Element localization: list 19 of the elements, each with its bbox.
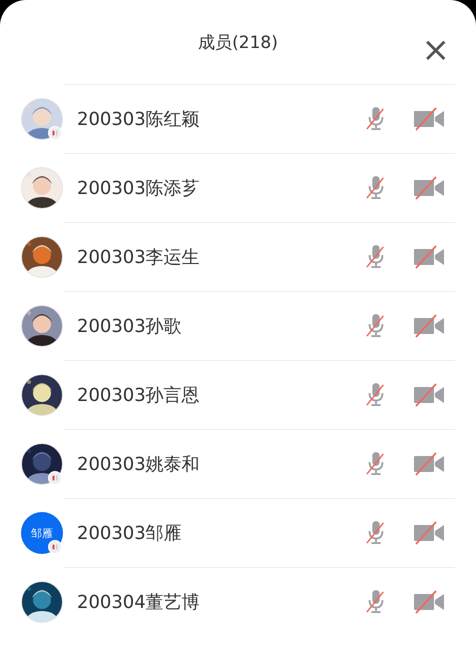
camera-off-icon[interactable] [413, 107, 445, 131]
member-name: 200304董艺博 [76, 591, 201, 614]
camera-off-icon[interactable] [413, 245, 445, 269]
member-name: 200303姚泰和 [76, 453, 201, 476]
member-name: 200303孙言恩 [76, 384, 201, 407]
camera-off-icon[interactable] [413, 176, 445, 200]
member-name: 200303邹雁 [76, 522, 183, 545]
camera-off-icon[interactable] [413, 590, 445, 614]
camera-off-icon[interactable] [413, 452, 445, 476]
member-name: 200303孙歌 [76, 315, 183, 338]
text-avatar: 邹雁 [21, 512, 63, 554]
member-name: 200303李运生 [76, 246, 201, 269]
camera-off-icon[interactable] [413, 383, 445, 407]
close-button[interactable]: × [422, 33, 450, 67]
member-name: 200303陈添芗 [76, 177, 201, 200]
dialog-title: 成员(218) [198, 32, 278, 54]
member-name: 200303陈红颖 [76, 108, 201, 131]
camera-off-icon[interactable] [413, 521, 445, 545]
camera-off-icon[interactable] [413, 314, 445, 338]
